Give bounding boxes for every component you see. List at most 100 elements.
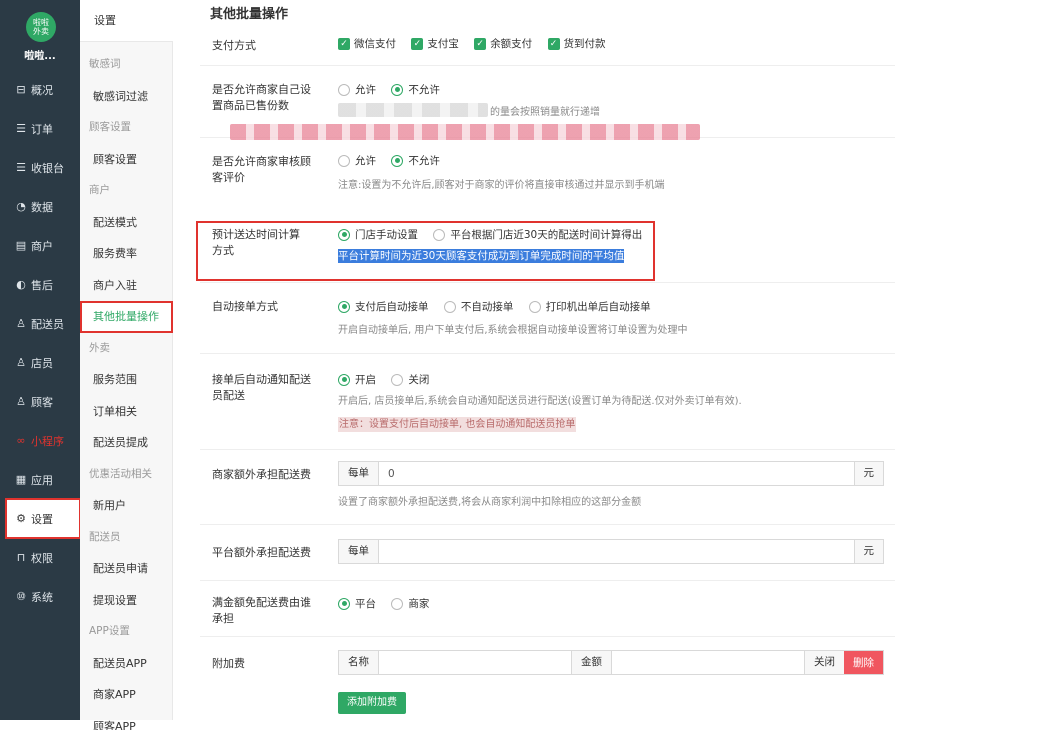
sold-count-help: 的量会按照销量就行递增 xyxy=(490,107,600,118)
nav-item-9[interactable]: ∞ 小程序 xyxy=(0,421,80,460)
merchant-fee-input[interactable] xyxy=(379,462,854,485)
data-icon: ◔ xyxy=(16,200,26,213)
radio-selected-icon xyxy=(338,228,350,241)
submenu-item[interactable]: 其他批量操作 xyxy=(80,301,173,333)
free-bearer-row: 满金额免配送费由谁承担 平台 商家 xyxy=(200,581,895,637)
primary-nav: ⊟ 概况 ☰ 订单 ☰ 收银台 ◔ 数据 ▤ 商户 ◐ 售后 ♙ 配送员 ♙ 店员 ♙ 顾客 ∞ 小程序 ▦ 应用 ⚙ 设置 ⊓… xyxy=(0,70,81,616)
radio-icon xyxy=(391,373,404,386)
surcharge-amount-label: 金额 xyxy=(572,651,612,674)
surcharge-delete-button[interactable]: 删除 xyxy=(844,651,883,674)
free-bearer-options: 平台 商家 xyxy=(338,596,441,613)
review-allow-radio[interactable]: 允许 xyxy=(338,153,376,168)
eta-platform-radio[interactable]: 平台根据门店近30天的配送时间计算得出 xyxy=(433,227,642,242)
nav-item-3[interactable]: ◔ 数据 xyxy=(0,187,80,226)
nav-item-11[interactable]: ⚙ 设置 xyxy=(5,498,81,539)
nav-item-7[interactable]: ♙ 店员 xyxy=(0,343,80,382)
free-bearer-label: 满金额免配送费由谁承担 xyxy=(212,596,311,625)
nav-item-5[interactable]: ◐ 售后 xyxy=(0,265,80,304)
submenu-item[interactable]: 服务费率 xyxy=(80,238,173,270)
add-surcharge-button[interactable]: 添加附加费 xyxy=(338,692,406,714)
platform-fee-input[interactable] xyxy=(379,540,854,563)
cashier-icon: ☰ xyxy=(16,161,26,174)
nav-item-10[interactable]: ▦ 应用 xyxy=(0,460,80,499)
submenu-item[interactable]: 订单相关 xyxy=(80,396,173,428)
submenu-group-heading: 商户 xyxy=(89,184,110,196)
submenu-item[interactable]: 配送模式 xyxy=(80,207,173,239)
clerk-icon: ♙ xyxy=(16,356,26,369)
notify-off-radio[interactable]: 关闭 xyxy=(391,372,429,387)
app-name: 啦啦... xyxy=(24,51,56,62)
submenu-item[interactable]: 配送员APP xyxy=(80,648,173,680)
payment-options: ✓ 微信支付 ✓ 支付宝 ✓ 余额支付 ✓ 货到付款 xyxy=(338,36,618,51)
nav-item-2[interactable]: ☰ 收银台 xyxy=(0,148,80,187)
nav-item-1[interactable]: ☰ 订单 xyxy=(0,109,80,148)
merchant-fee-prefix: 每单 xyxy=(339,462,379,485)
nav-item-4[interactable]: ▤ 商户 xyxy=(0,226,80,265)
radio-icon xyxy=(338,154,350,167)
free-bearer-platform-radio[interactable]: 平台 xyxy=(338,596,376,611)
primary-sidebar: 啦啦 外卖 啦啦... ⊟ 概况 ☰ 订单 ☰ 收银台 ◔ 数据 ▤ 商户 ◐ 售后 ♙ 配送员 ♙ 店员 ♙ 顾客… xyxy=(0,0,81,720)
surcharge-input-group: 名称 金额 关闭 删除 xyxy=(338,650,884,675)
submenu-item[interactable]: 新用户 xyxy=(80,490,173,522)
payment-cod-checkbox[interactable]: ✓ 货到付款 xyxy=(547,36,606,51)
submenu-item[interactable]: 敏感词过滤 xyxy=(80,81,173,113)
surcharge-name-input[interactable] xyxy=(379,651,572,674)
submenu-item[interactable]: 顾客APP xyxy=(80,711,173,730)
notify-courier-row: 接单后自动通知配送员配送 开启 关闭 开启后, 店员接单后,系统会自动通知配送员… xyxy=(200,354,895,450)
surcharge-amount-input[interactable] xyxy=(612,651,804,674)
radio-selected-icon xyxy=(338,300,350,313)
auto-accept-none-radio[interactable]: 不自动接单 xyxy=(443,299,513,314)
auto-accept-help: 开启自动接单后, 用户下单支付后,系统会根据自动接单设置将订单设置为处理中 xyxy=(338,325,688,336)
payment-balance-checkbox[interactable]: ✓ 余额支付 xyxy=(474,36,532,51)
sold-count-label: 是否允许商家自己设置商品已售份数 xyxy=(212,83,311,112)
order-icon: ☰ xyxy=(16,122,26,135)
payment-alipay-checkbox[interactable]: ✓ 支付宝 xyxy=(411,36,459,51)
platform-fee-row: 平台额外承担配送费 每单 元 xyxy=(200,525,895,581)
eta-manual-radio[interactable]: 门店手动设置 xyxy=(338,227,418,242)
surcharge-close-toggle[interactable]: 关闭 xyxy=(804,651,844,674)
aftersale-icon: ◐ xyxy=(16,278,26,291)
nav-item-label: 系统 xyxy=(31,590,53,604)
dashboard-icon: ⊟ xyxy=(16,83,26,96)
nav-item-label: 概况 xyxy=(31,83,53,97)
auto-accept-label: 自动接单方式 xyxy=(212,300,278,313)
nav-item-13[interactable]: ⑩ 系统 xyxy=(0,577,80,616)
free-bearer-merchant-radio[interactable]: 商家 xyxy=(391,596,429,611)
sold-count-deny-radio[interactable]: 不允许 xyxy=(391,82,440,97)
lock-icon: ⊓ xyxy=(16,551,26,564)
notify-courier-help: 开启后, 店员接单后,系统会自动通知配送员进行配送(设置订单为待配送.仅对外卖订… xyxy=(338,396,742,407)
notify-on-radio[interactable]: 开启 xyxy=(338,372,376,387)
submenu-item[interactable]: 商家APP xyxy=(80,679,173,711)
app-logo[interactable]: 啦啦 外卖 xyxy=(26,12,56,42)
submenu-group-heading: 配送员 xyxy=(89,530,121,543)
auto-accept-printer-radio[interactable]: 打印机出单后自动接单 xyxy=(528,299,651,314)
review-deny-radio[interactable]: 不允许 xyxy=(391,153,440,168)
submenu-item[interactable]: 顾客设置 xyxy=(80,144,173,176)
submenu-item[interactable]: 提现设置 xyxy=(80,585,173,617)
radio-icon xyxy=(338,83,350,96)
submenu-item[interactable]: 服务范围 xyxy=(80,364,173,396)
merchant-fee-unit: 元 xyxy=(853,462,883,485)
nav-item-0[interactable]: ⊟ 概况 xyxy=(0,70,80,109)
blurred-text xyxy=(338,103,488,117)
payment-wechat-checkbox[interactable]: ✓ 微信支付 xyxy=(338,36,396,51)
radio-selected-icon xyxy=(391,154,404,167)
nav-item-8[interactable]: ♙ 顾客 xyxy=(0,382,80,421)
secondary-sidebar: 设置 敏感词 敏感词过滤 顾客设置 顾客设置 商户 配送模式 服务费率 商户入驻 其他批量操作外… xyxy=(80,0,173,730)
nav-item-12[interactable]: ⊓ 权限 xyxy=(0,538,80,577)
surcharge-label: 附加费 xyxy=(212,657,245,670)
system-icon: ⑩ xyxy=(16,590,26,603)
submenu-item[interactable]: 配送员提成 xyxy=(80,427,173,459)
auto-accept-after-pay-radio[interactable]: 支付后自动接单 xyxy=(338,299,429,314)
eta-row: 预计送达时间计算方式 门店手动设置 平台根据门店近30天的配送时间计算得出 平台… xyxy=(200,200,895,283)
platform-fee-unit: 元 xyxy=(853,540,883,563)
customer-icon: ♙ xyxy=(16,395,26,408)
nav-item-6[interactable]: ♙ 配送员 xyxy=(0,304,80,343)
nav-item-label: 应用 xyxy=(31,473,53,487)
submenu-item[interactable]: 配送员申请 xyxy=(80,553,173,585)
submenu-item[interactable]: 商户入驻 xyxy=(80,270,173,302)
courier-icon: ♙ xyxy=(16,317,26,330)
submenu-list: 敏感词 敏感词过滤 顾客设置 顾客设置 商户 配送模式 服务费率 商户入驻 其他批量操作 外卖 服务… xyxy=(80,49,173,730)
sold-count-allow-radio[interactable]: 允许 xyxy=(338,82,376,97)
notify-courier-label: 接单后自动通知配送员配送 xyxy=(212,373,311,402)
